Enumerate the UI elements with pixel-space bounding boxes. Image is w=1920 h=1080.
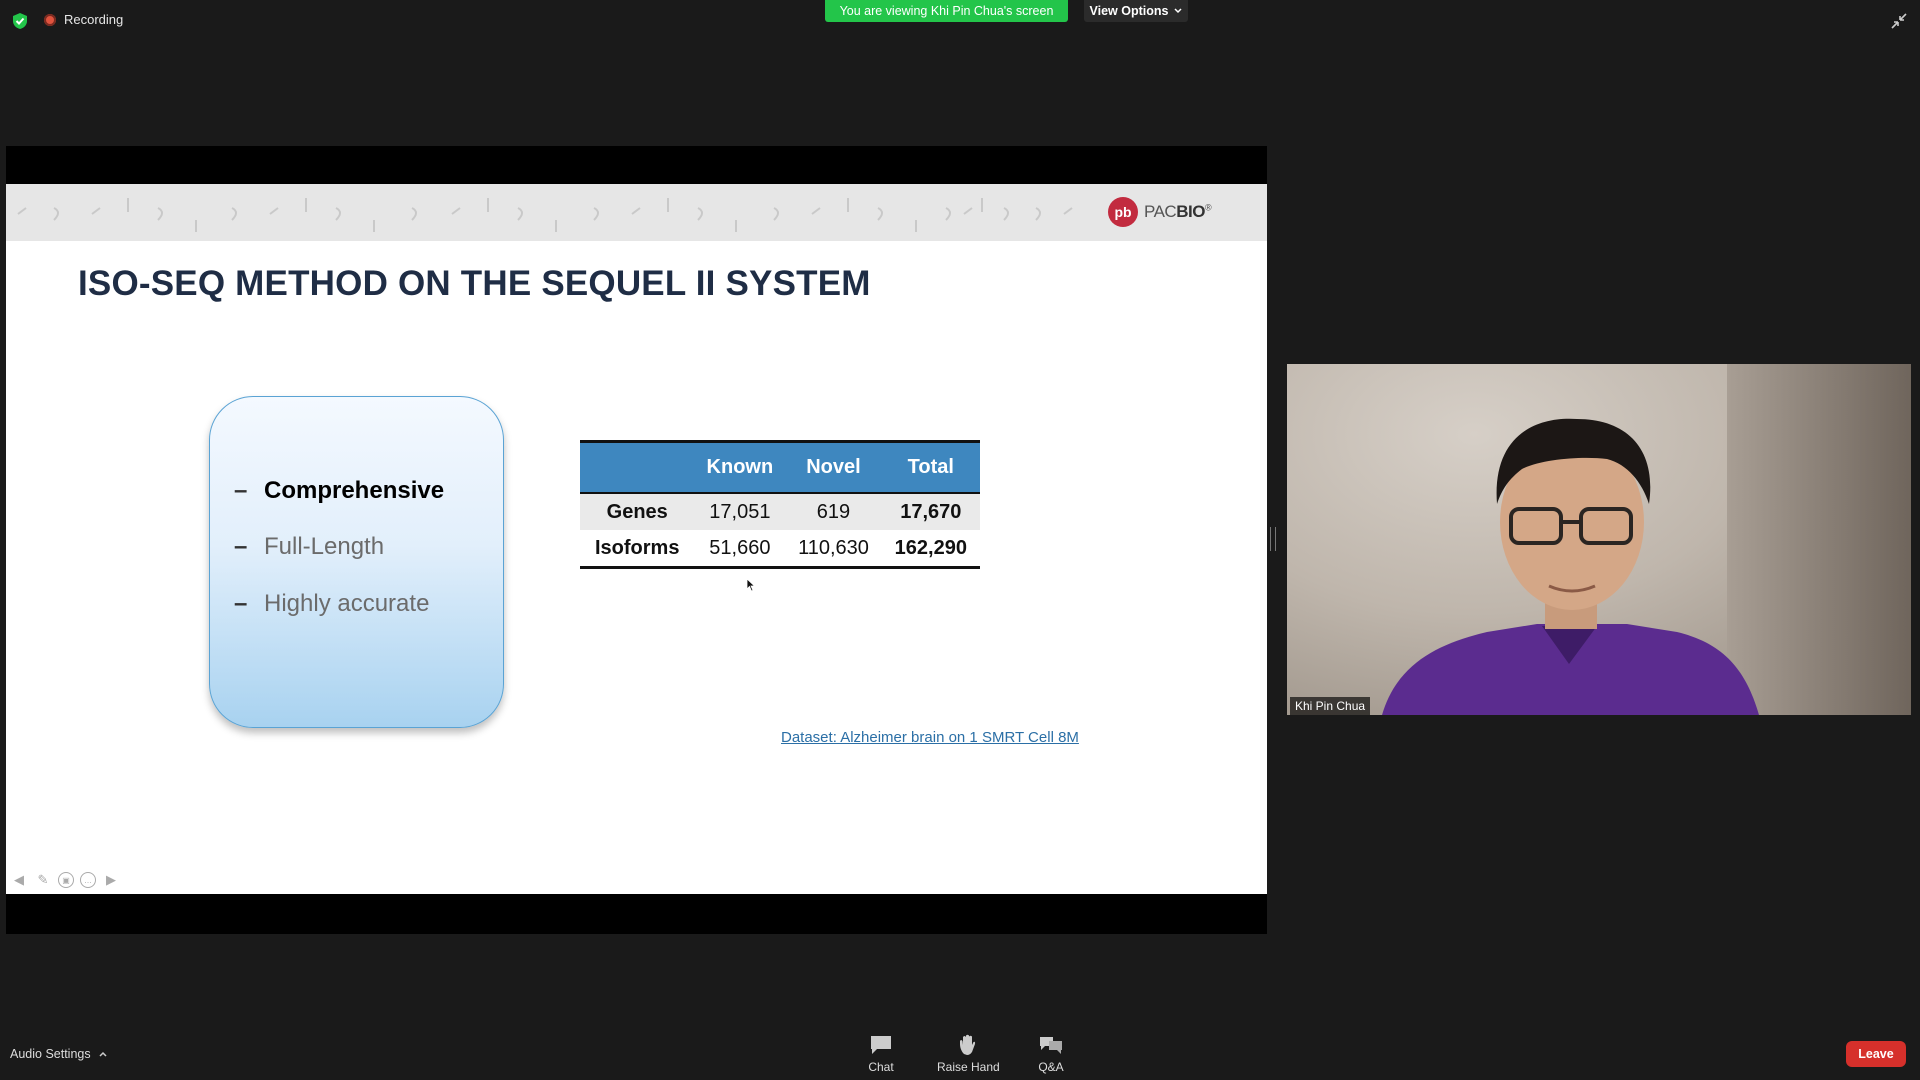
pacbio-logo: pb PACBIO® — [1108, 197, 1212, 227]
chat-icon — [871, 1036, 891, 1054]
table-cell: 51,660 — [709, 536, 771, 559]
column-header: Novel — [785, 441, 882, 494]
bullet-text: Full-Length — [264, 533, 385, 560]
participant-silhouette — [1382, 418, 1759, 715]
audio-settings-label: Audio Settings — [10, 1047, 91, 1061]
qa-label: Q&A — [1038, 1060, 1064, 1074]
table-header-row: Known Novel Total — [580, 441, 980, 494]
shared-screen[interactable]: pb PACBIO® ISO-SEQ METHOD ON THE SEQUEL … — [6, 146, 1267, 934]
pacbio-logo-mark: pb — [1108, 197, 1138, 227]
raise-hand-icon — [960, 1034, 976, 1055]
table-cell: 110,630 — [798, 536, 869, 559]
presentation-slide: pb PACBIO® ISO-SEQ METHOD ON THE SEQUEL … — [6, 184, 1267, 894]
slide-header-banner: pb PACBIO® — [6, 184, 1267, 241]
more-options-icon[interactable]: … — [80, 872, 96, 888]
table-cell: 17,670 — [881, 493, 980, 530]
meeting-top-bar: Recording You are viewing Khi Pin Chua's… — [0, 0, 1920, 40]
pen-icon[interactable]: ✎ — [34, 871, 52, 889]
column-header — [580, 441, 695, 494]
qa-button[interactable]: Q&A — [1038, 1034, 1064, 1074]
chat-label: Chat — [868, 1060, 894, 1074]
previous-slide-icon[interactable]: ◀ — [10, 871, 28, 889]
audio-settings-button[interactable]: Audio Settings — [10, 1047, 107, 1061]
qa-icon — [1040, 1037, 1062, 1054]
dataset-link[interactable]: Dataset: Alzheimer brain on 1 SMRT Cell … — [781, 729, 1079, 746]
mouse-cursor-icon — [746, 578, 756, 592]
raise-hand-label: Raise Hand — [937, 1060, 1000, 1074]
raise-hand-button[interactable]: Raise Hand — [937, 1034, 1000, 1074]
table-cell: 162,290 — [894, 536, 967, 559]
bullet-item: – Full-Length — [234, 533, 384, 561]
logo-registered-mark: ® — [1204, 202, 1212, 213]
feature-bubble: – Comprehensive – Full-Length – Highly a… — [209, 396, 504, 728]
table-row: Genes 17,051 619 17,670 — [580, 493, 980, 530]
pacbio-logo-text: PACBIO® — [1144, 202, 1212, 222]
row-label: Isoforms — [594, 536, 680, 559]
leave-button[interactable]: Leave — [1846, 1041, 1906, 1067]
bullet-dash: – — [234, 533, 248, 560]
bullet-text: Highly accurate — [264, 590, 430, 617]
next-slide-icon[interactable]: ▶ — [102, 871, 120, 889]
chevron-down-icon — [1174, 8, 1182, 14]
security-shield-icon[interactable] — [12, 12, 28, 30]
slide-title: ISO-SEQ METHOD ON THE SEQUEL II SYSTEM — [78, 264, 871, 303]
column-header: Total — [881, 441, 980, 494]
bullet-item: – Highly accurate — [234, 590, 429, 618]
meeting-controls-bar: Audio Settings Chat Raise Hand Q&A Leave — [0, 1030, 1920, 1080]
decorative-pattern — [17, 198, 1073, 232]
recording-indicator[interactable]: Recording — [44, 12, 123, 27]
viewing-screen-banner: You are viewing Khi Pin Chua's screen — [825, 0, 1068, 22]
column-header: Known — [694, 441, 786, 494]
bullet-text: Comprehensive — [264, 477, 445, 504]
table-row: Isoforms 51,660 110,630 162,290 — [580, 530, 980, 568]
view-options-button[interactable]: View Options — [1084, 0, 1188, 22]
isoseq-results-table: Known Novel Total Genes 17,051 619 17,67… — [580, 440, 980, 569]
slideshow-toolbar: ◀ ✎ ▣ … ▶ — [10, 871, 120, 889]
recording-dot-icon — [44, 13, 56, 26]
slides-icon[interactable]: ▣ — [58, 872, 74, 888]
table-cell: 619 — [785, 493, 882, 530]
row-label: Genes — [580, 493, 695, 530]
logo-text-light: PAC — [1144, 202, 1177, 221]
table-cell: 17,051 — [694, 493, 786, 530]
chat-button[interactable]: Chat — [868, 1034, 894, 1074]
bullet-dash: – — [234, 477, 248, 504]
bullet-item: – Comprehensive — [234, 477, 444, 505]
participant-name-label: Khi Pin Chua — [1290, 697, 1371, 715]
panel-splitter-handle[interactable] — [1270, 527, 1276, 551]
bullet-dash: – — [234, 590, 248, 617]
logo-text-bold: BIO — [1176, 202, 1205, 221]
chevron-up-icon — [99, 1051, 107, 1057]
view-options-label: View Options — [1089, 4, 1169, 18]
participant-video[interactable]: Khi Pin Chua — [1287, 364, 1911, 715]
exit-fullscreen-icon[interactable] — [1890, 12, 1908, 30]
recording-label: Recording — [64, 12, 124, 27]
